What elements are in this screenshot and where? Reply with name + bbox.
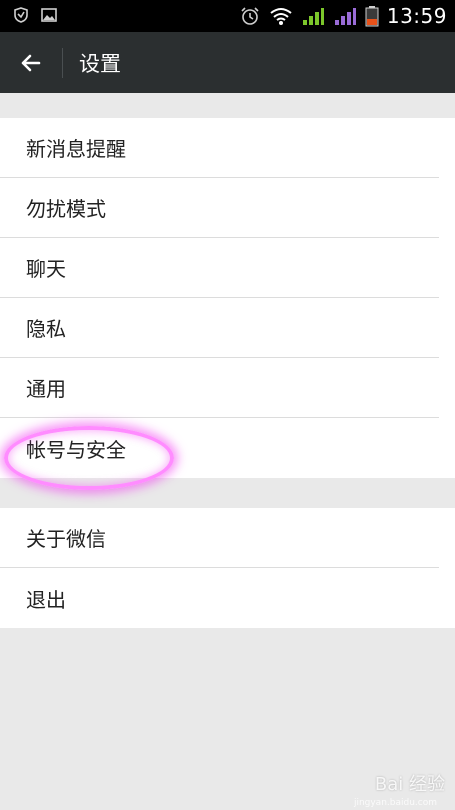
image-icon (40, 6, 58, 24)
settings-group-secondary: 关于微信 退出 (0, 508, 455, 628)
watermark-sub: jingyan.baidu.com (353, 798, 437, 808)
title-divider (62, 47, 63, 78)
settings-item-label: 退出 (26, 587, 66, 612)
signal-3g-icon (301, 5, 325, 27)
settings-group-main: 新消息提醒 勿扰模式 聊天 隐私 通用 帐号与安全 (0, 118, 455, 478)
wifi-icon (269, 5, 293, 27)
settings-item-account-security[interactable]: 帐号与安全 (0, 418, 439, 478)
watermark: Bai 经验 (374, 774, 445, 795)
settings-item-new-message[interactable]: 新消息提醒 (0, 118, 439, 178)
settings-item-do-not-disturb[interactable]: 勿扰模式 (0, 178, 439, 238)
title-bar: 设置 (0, 32, 455, 93)
alarm-icon (239, 5, 261, 27)
settings-item-label: 隐私 (26, 317, 66, 341)
settings-item-general[interactable]: 通用 (0, 358, 439, 418)
settings-item-label: 勿扰模式 (26, 197, 106, 221)
arrow-left-icon (19, 51, 43, 75)
back-button[interactable] (0, 32, 62, 93)
settings-item-label: 新消息提醒 (26, 137, 126, 161)
settings-item-about[interactable]: 关于微信 (0, 508, 439, 568)
settings-item-label: 关于微信 (26, 527, 106, 551)
settings-item-label: 聊天 (26, 257, 66, 281)
status-bar: 13:59 (0, 0, 455, 32)
settings-item-label: 通用 (26, 377, 66, 401)
signal-2g-icon (333, 5, 357, 27)
shield-icon (12, 6, 30, 24)
battery-icon (365, 5, 379, 27)
status-time: 13:59 (386, 4, 447, 28)
settings-item-chat[interactable]: 聊天 (0, 238, 439, 298)
settings-item-logout[interactable]: 退出 (0, 568, 439, 628)
settings-item-privacy[interactable]: 隐私 (0, 298, 439, 358)
settings-item-label: 帐号与安全 (26, 437, 126, 462)
page-title: 设置 (79, 51, 121, 76)
